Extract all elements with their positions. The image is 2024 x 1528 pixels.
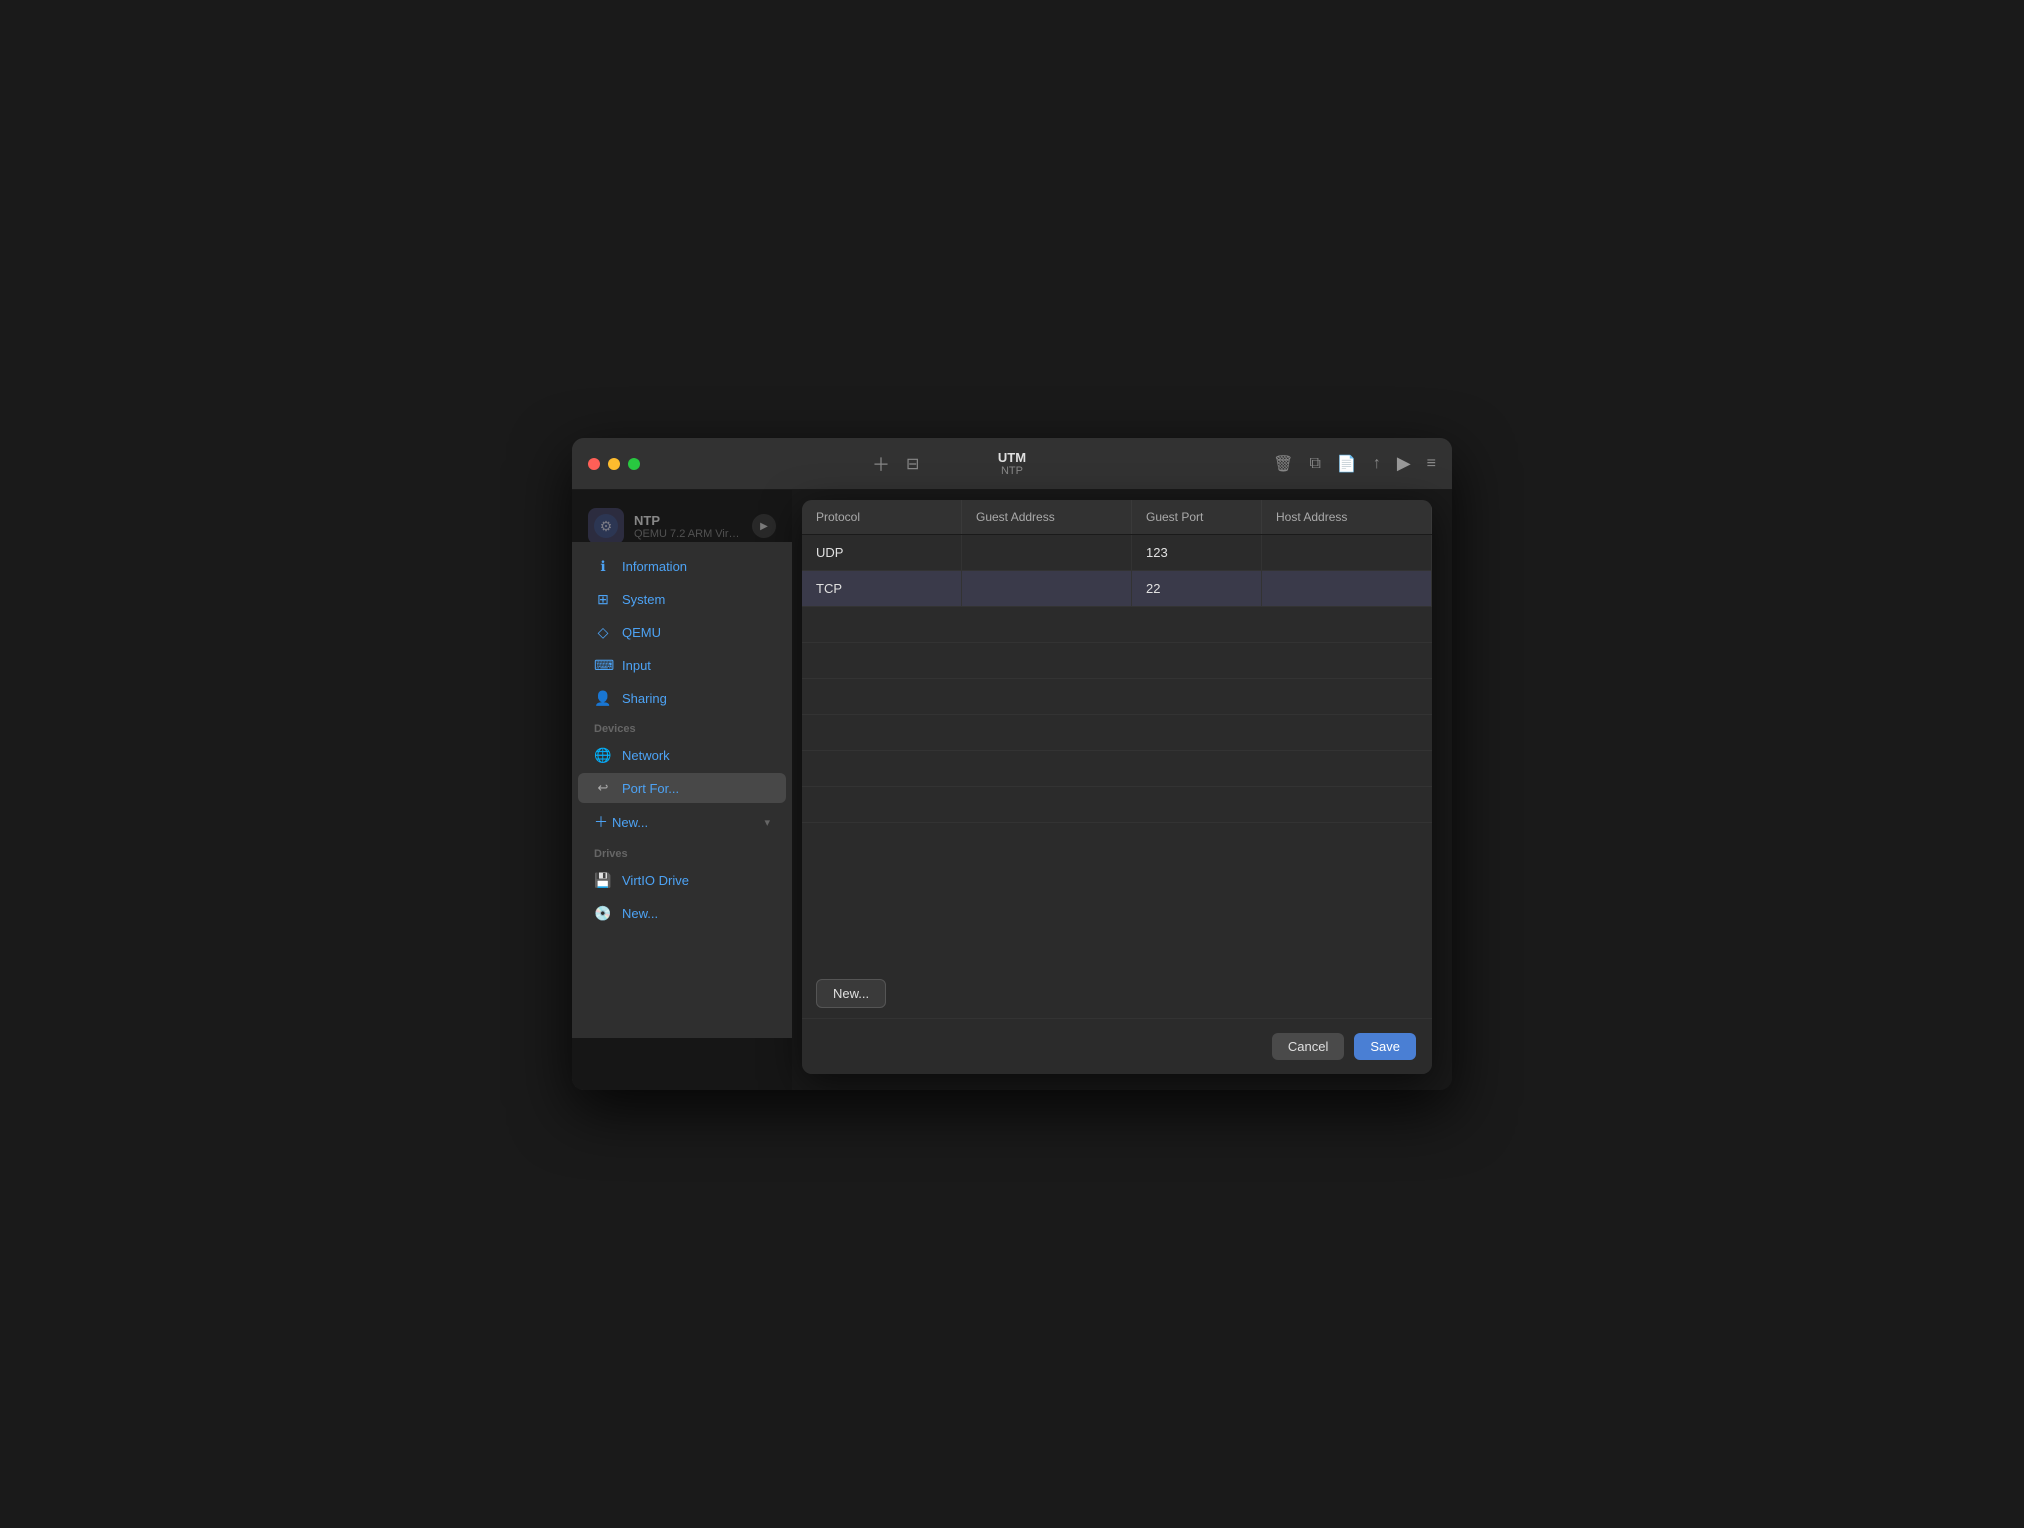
new-rule-button[interactable]: New... [816, 979, 886, 1008]
table-row-empty [802, 787, 1432, 823]
sidebar-label-system: System [622, 592, 665, 607]
sharing-icon: 👤 [594, 690, 612, 707]
copy-icon[interactable]: ⧉ [1309, 455, 1320, 473]
window-subtitle: NTP [1001, 465, 1023, 477]
network-icon: 🌐 [594, 747, 612, 764]
table-body: UDP 123 123 TCP 22 22 [802, 535, 1432, 969]
drives-section-label: Drives [572, 840, 792, 864]
info-icon: ℹ [594, 558, 612, 575]
cell-guest-port-0: 123 [1132, 535, 1262, 570]
cell-guest-port-1: 22 [1132, 571, 1262, 606]
title-bar: ＋ ⊟ UTM NTP 🗑 ⧉ 📄 ↑ ▶ ≡ [572, 438, 1452, 490]
col-guest-address: Guest Address [962, 500, 1132, 534]
table-header: Protocol Guest Address Guest Port Host A… [802, 500, 1432, 535]
chevron-down-icon: ▾ [764, 816, 770, 829]
cell-host-addr-1 [1262, 571, 1432, 606]
table-row-empty [802, 751, 1432, 787]
settings-sidebar: ℹ Information ⊞ System ◇ QEMU ⌨ Input 👤 … [572, 542, 792, 1038]
add-vm-icon[interactable]: ＋ [872, 451, 890, 477]
cell-host-addr-0 [1262, 535, 1432, 570]
sidebar-label-input: Input [622, 658, 651, 673]
portforward-icon: ↩ [594, 780, 612, 796]
drive-icon: 💾 [594, 872, 612, 889]
devices-section-label: Devices [572, 715, 792, 739]
col-guest-port: Guest Port [1132, 500, 1262, 534]
col-protocol: Protocol [802, 500, 962, 534]
title-bar-actions: 🗑 ⧉ 📄 ↑ ▶ ≡ [1273, 453, 1436, 474]
sidebar-label-virtiodrive: VirtIO Drive [622, 873, 689, 888]
table-row-empty [802, 715, 1432, 751]
sidebar-item-network[interactable]: 🌐 Network [578, 740, 786, 771]
col-host-address: Host Address [1262, 500, 1432, 534]
sidebar-item-portforward[interactable]: ↩ Port For... [578, 773, 786, 803]
table-row-empty [802, 679, 1432, 715]
new-device-plus-icon: ＋ [594, 812, 608, 832]
sidebar-label-information: Information [622, 559, 687, 574]
delete-icon[interactable]: 🗑 [1273, 454, 1293, 474]
input-icon: ⌨ [594, 657, 612, 674]
sidebar-item-qemu[interactable]: ◇ QEMU [578, 617, 786, 648]
snapshot-icon[interactable]: 📄 [1337, 454, 1357, 474]
title-bar-center: UTM NTP [998, 450, 1026, 477]
new-device-label: New... [612, 815, 648, 830]
cell-guest-addr-1 [962, 571, 1132, 606]
table-row-empty [802, 607, 1432, 643]
table-row[interactable]: TCP 22 22 [802, 571, 1432, 607]
sidebar-item-system[interactable]: ⊞ System [578, 584, 786, 615]
sidebar-label-sharing: Sharing [622, 691, 667, 706]
close-button[interactable] [588, 458, 600, 470]
cell-guest-addr-0 [962, 535, 1132, 570]
share-icon[interactable]: ↑ [1373, 455, 1381, 473]
app-window: ＋ ⊟ UTM NTP 🗑 ⧉ 📄 ↑ ▶ ≡ ⚙ [572, 438, 1452, 1090]
port-forward-dialog: Protocol Guest Address Guest Port Host A… [802, 500, 1432, 1074]
cancel-button[interactable]: Cancel [1272, 1033, 1344, 1060]
sidebar-item-input[interactable]: ⌨ Input [578, 650, 786, 681]
maximize-button[interactable] [628, 458, 640, 470]
settings-icon[interactable]: ≡ [1427, 455, 1436, 473]
table-row[interactable]: UDP 123 123 [802, 535, 1432, 571]
sidebar-label-new-drive: New... [622, 906, 658, 921]
dialog-footer: Cancel Save [802, 1018, 1432, 1074]
sidebar-item-new-drive[interactable]: 💿 New... [578, 898, 786, 929]
save-button[interactable]: Save [1354, 1033, 1416, 1060]
cell-protocol-0: UDP [802, 535, 962, 570]
minimize-button[interactable] [608, 458, 620, 470]
sidebar-label-network: Network [622, 748, 670, 763]
new-device-button[interactable]: ＋ New... ▾ [578, 805, 786, 839]
table-row-empty [802, 643, 1432, 679]
sidebar-label-qemu: QEMU [622, 625, 661, 640]
sidebar-label-portforward: Port For... [622, 781, 679, 796]
qemu-icon: ◇ [594, 624, 612, 641]
system-icon: ⊞ [594, 591, 612, 608]
window-title: UTM [998, 450, 1026, 465]
play-icon[interactable]: ▶ [1397, 453, 1411, 474]
sidebar-toggle-icon[interactable]: ⊟ [906, 454, 919, 474]
traffic-lights [588, 458, 640, 470]
sidebar-item-virtiodrive[interactable]: 💾 VirtIO Drive [578, 865, 786, 896]
sidebar-item-information[interactable]: ℹ Information [578, 551, 786, 582]
new-drive-icon: 💿 [594, 905, 612, 922]
cell-protocol-1: TCP [802, 571, 962, 606]
main-content: ⚙ NTP QEMU 7.2 ARM Virtual M... ▶ ⚙ [572, 490, 1452, 1090]
sidebar-item-sharing[interactable]: 👤 Sharing [578, 683, 786, 714]
